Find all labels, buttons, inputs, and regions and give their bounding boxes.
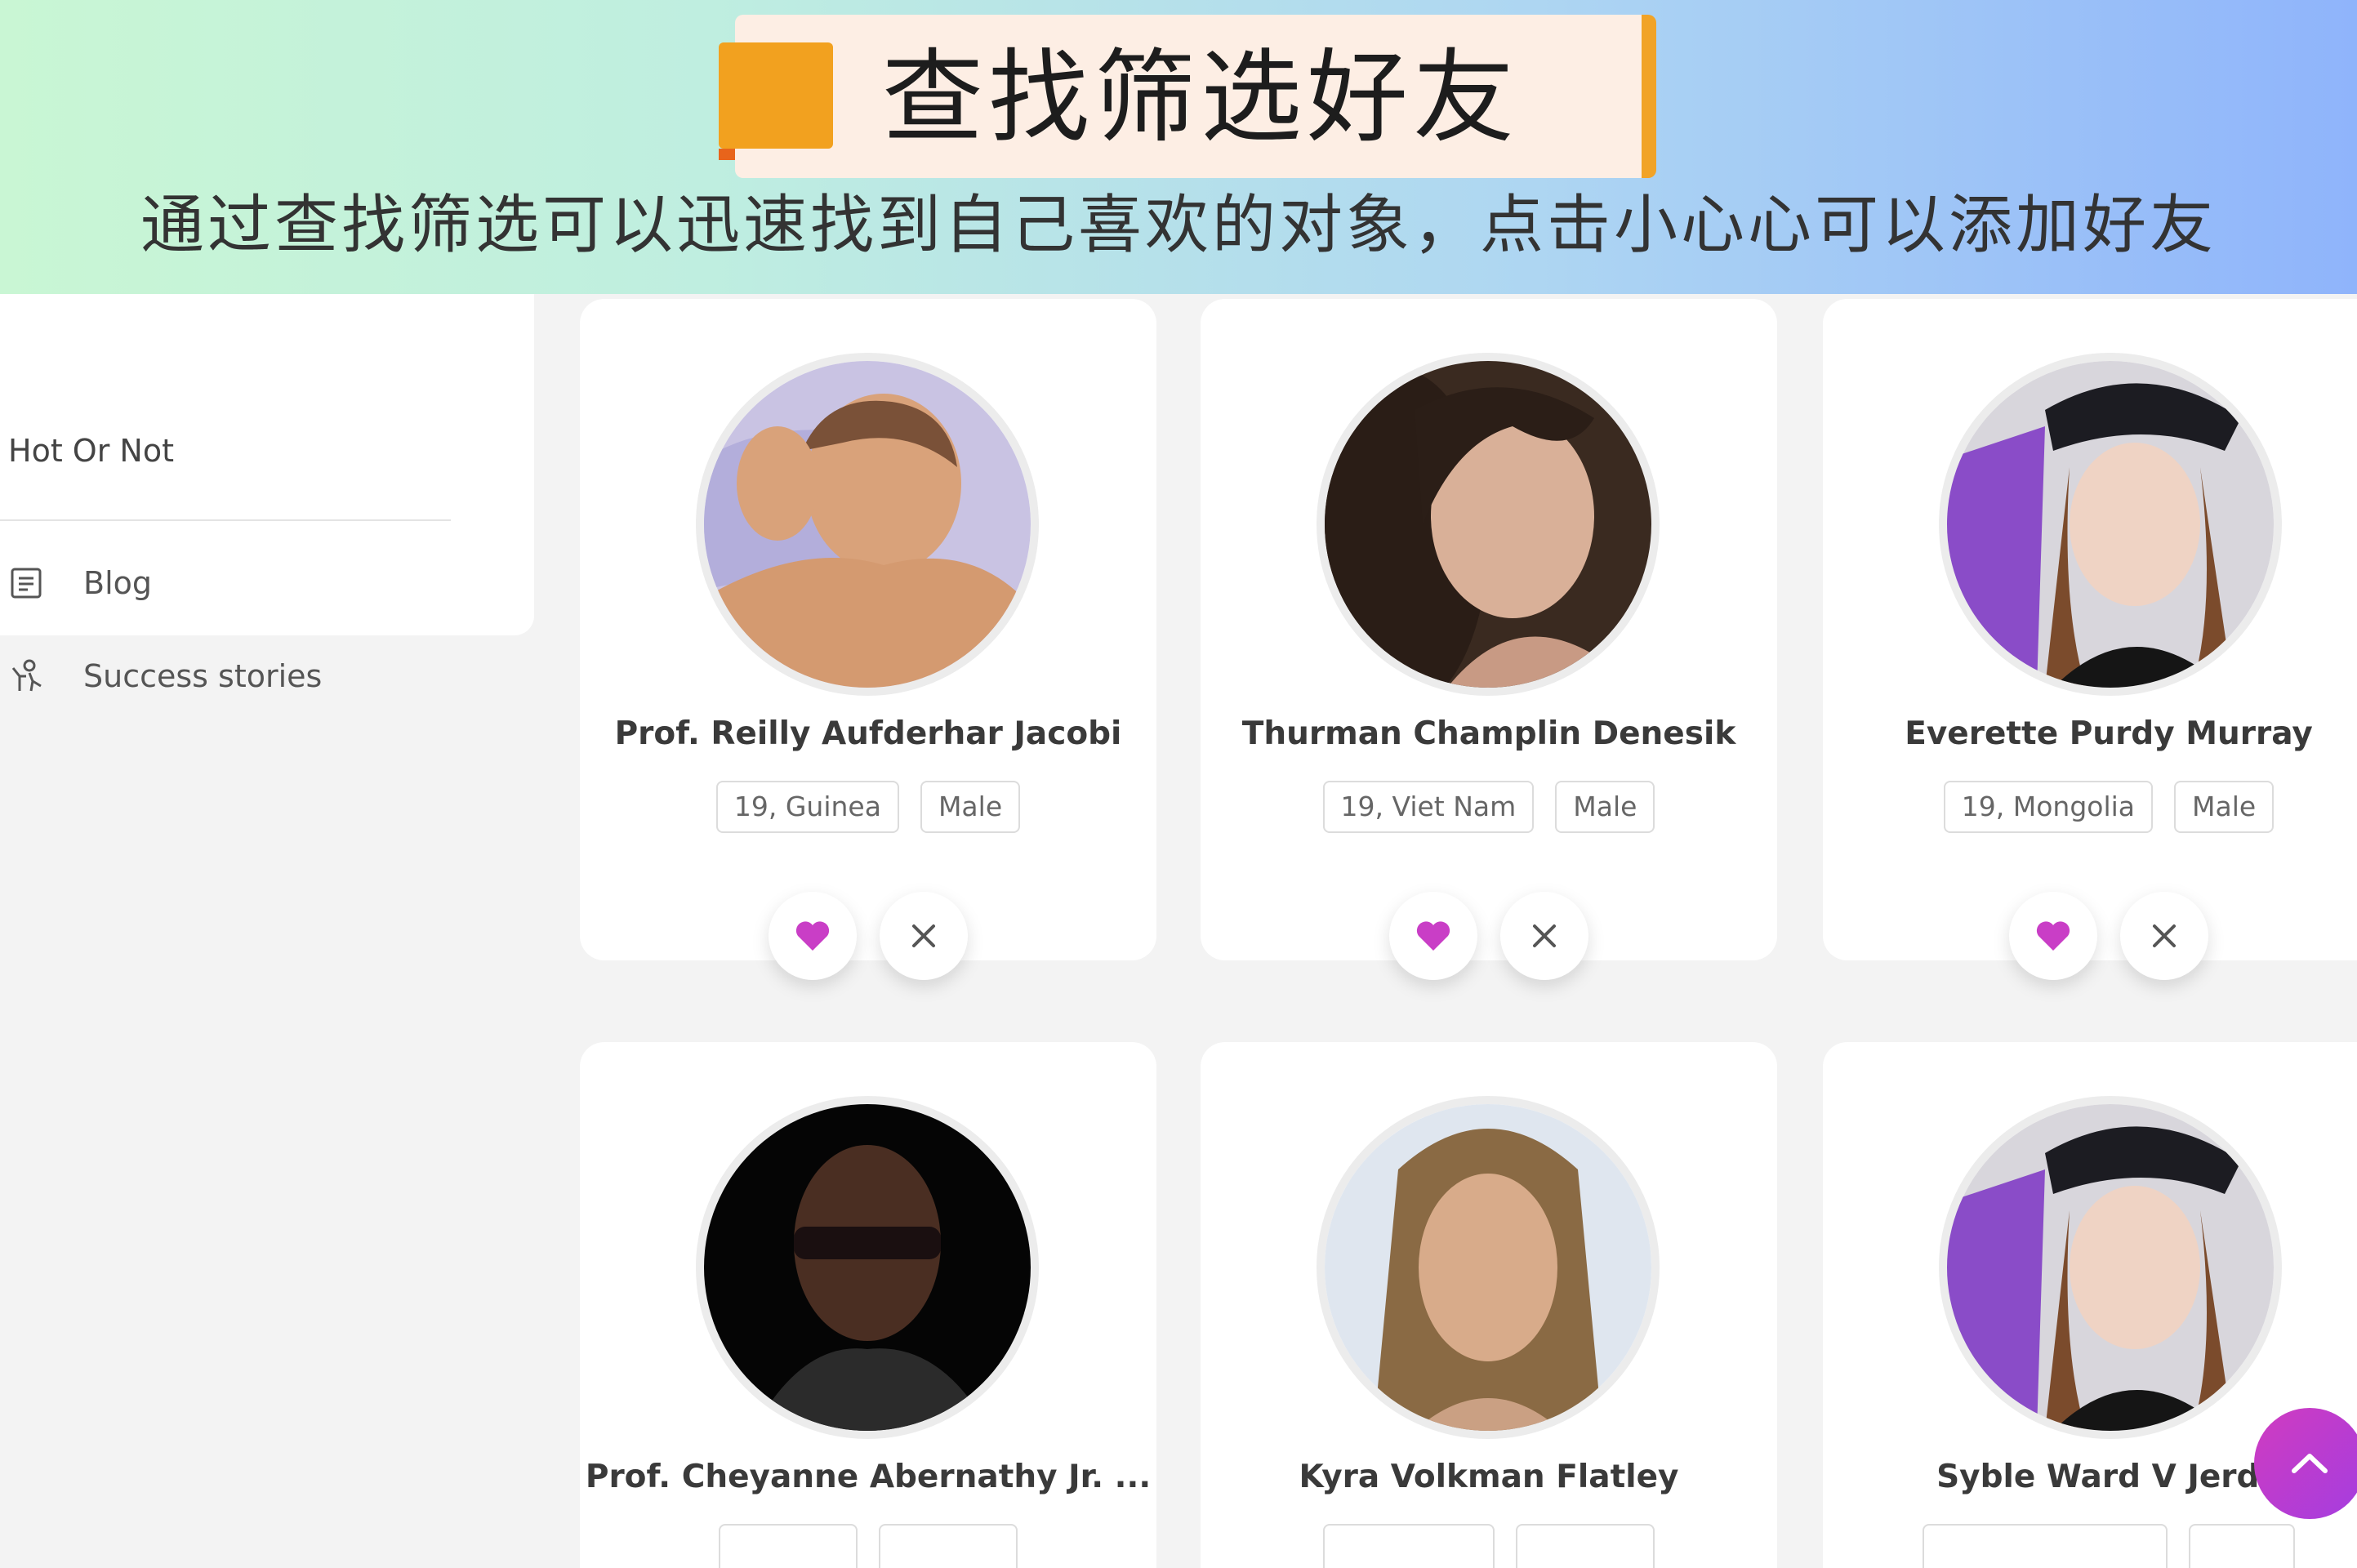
like-button[interactable] (769, 892, 857, 980)
profile-name[interactable]: Prof. Reilly Aufderhar Jacobi (580, 715, 1156, 752)
gender-badge: Male (1555, 781, 1655, 833)
gender-badge: Male (920, 781, 1021, 833)
profile-name[interactable]: Thurman Champlin Denesik (1201, 715, 1777, 752)
avatar-photo (704, 1104, 1031, 1431)
profile-card[interactable]: Everette Purdy Murray 19, Mongolia Male (1823, 299, 2357, 980)
like-button[interactable] (2009, 892, 2097, 980)
profile-tags (580, 1524, 1156, 1568)
page: Hot Or Not Blog Success stories Prof. Re… (0, 0, 2357, 1568)
dismiss-button[interactable] (2120, 892, 2208, 980)
avatar[interactable] (696, 353, 1039, 696)
profile-tags: 19, Viet Nam Male (1201, 781, 1777, 833)
avatar[interactable] (696, 1096, 1039, 1439)
gender-badge (1516, 1524, 1655, 1568)
sidebar-item-success-stories[interactable]: Success stories (8, 652, 322, 701)
profile-card[interactable]: Prof. Cheyanne Abernathy Jr. ... (580, 1042, 1156, 1568)
avatar[interactable] (1317, 353, 1660, 696)
sidebar-item-hot-or-not[interactable]: Hot Or Not (8, 433, 174, 469)
sidebar-item-label: Blog (83, 565, 152, 601)
avatar[interactable] (1939, 1096, 2282, 1439)
square-icon (719, 42, 833, 160)
people-icon (8, 658, 44, 694)
age-country-badge: 19, Guinea (715, 781, 899, 833)
card-actions (1201, 892, 1777, 980)
gender-badge (2189, 1524, 2295, 1568)
profile-name[interactable]: Prof. Cheyanne Abernathy Jr. ... (580, 1459, 1156, 1495)
banner-subtitle: 通过查找筛选可以迅速找到自己喜欢的对象，点击小心心可以添加好友 (140, 189, 2217, 262)
profile-tags: 19, Guinea Male (580, 781, 1156, 833)
profile-name[interactable]: Kyra Volkman Flatley (1201, 1459, 1777, 1495)
heart-icon (795, 921, 830, 951)
avatar[interactable] (1939, 353, 2282, 696)
scroll-to-top-button[interactable] (2254, 1408, 2357, 1519)
profile-card[interactable]: Kyra Volkman Flatley (1201, 1042, 1777, 1568)
document-icon (8, 565, 44, 601)
sidebar-divider (0, 519, 451, 521)
avatar-photo (704, 361, 1031, 688)
avatar-photo (1325, 1104, 1651, 1431)
gender-badge (879, 1524, 1018, 1568)
age-country-badge (719, 1524, 858, 1568)
chevron-up-icon (2292, 1454, 2328, 1473)
profile-tags (1201, 1524, 1777, 1568)
sidebar-item-blog[interactable]: Blog (8, 559, 152, 608)
age-country-badge: 19, Viet Nam (1322, 781, 1535, 833)
close-icon (1533, 924, 1556, 947)
profile-card[interactable]: Thurman Champlin Denesik 19, Viet Nam Ma… (1201, 299, 1777, 980)
gender-badge: Male (2174, 781, 2275, 833)
profile-tags (1823, 1524, 2357, 1568)
promo-banner: 查找筛选好友 通过查找筛选可以迅速找到自己喜欢的对象，点击小心心可以添加好友 (0, 0, 2357, 294)
avatar-photo (1947, 361, 2274, 688)
age-country-badge (1923, 1524, 2168, 1568)
heart-icon (1416, 921, 1450, 951)
avatar-photo (1325, 361, 1651, 688)
profile-card[interactable]: Prof. Reilly Aufderhar Jacobi 19, Guinea… (580, 299, 1156, 980)
avatar[interactable] (1317, 1096, 1660, 1439)
age-country-badge (1323, 1524, 1495, 1568)
age-country-badge: 19, Mongolia (1943, 781, 2154, 833)
card-actions (580, 892, 1156, 980)
close-icon (912, 924, 935, 947)
heart-icon (2036, 921, 2070, 951)
avatar-photo (1947, 1104, 2274, 1431)
close-icon (2153, 924, 2176, 947)
sidebar-item-label: Success stories (83, 658, 323, 694)
dismiss-button[interactable] (1500, 892, 1588, 980)
dismiss-button[interactable] (880, 892, 968, 980)
banner-title: 查找筛选好友 (882, 39, 1520, 157)
like-button[interactable] (1389, 892, 1477, 980)
card-actions (1823, 892, 2357, 980)
profile-name[interactable]: Everette Purdy Murray (1823, 715, 2357, 752)
profile-tags: 19, Mongolia Male (1823, 781, 2357, 833)
